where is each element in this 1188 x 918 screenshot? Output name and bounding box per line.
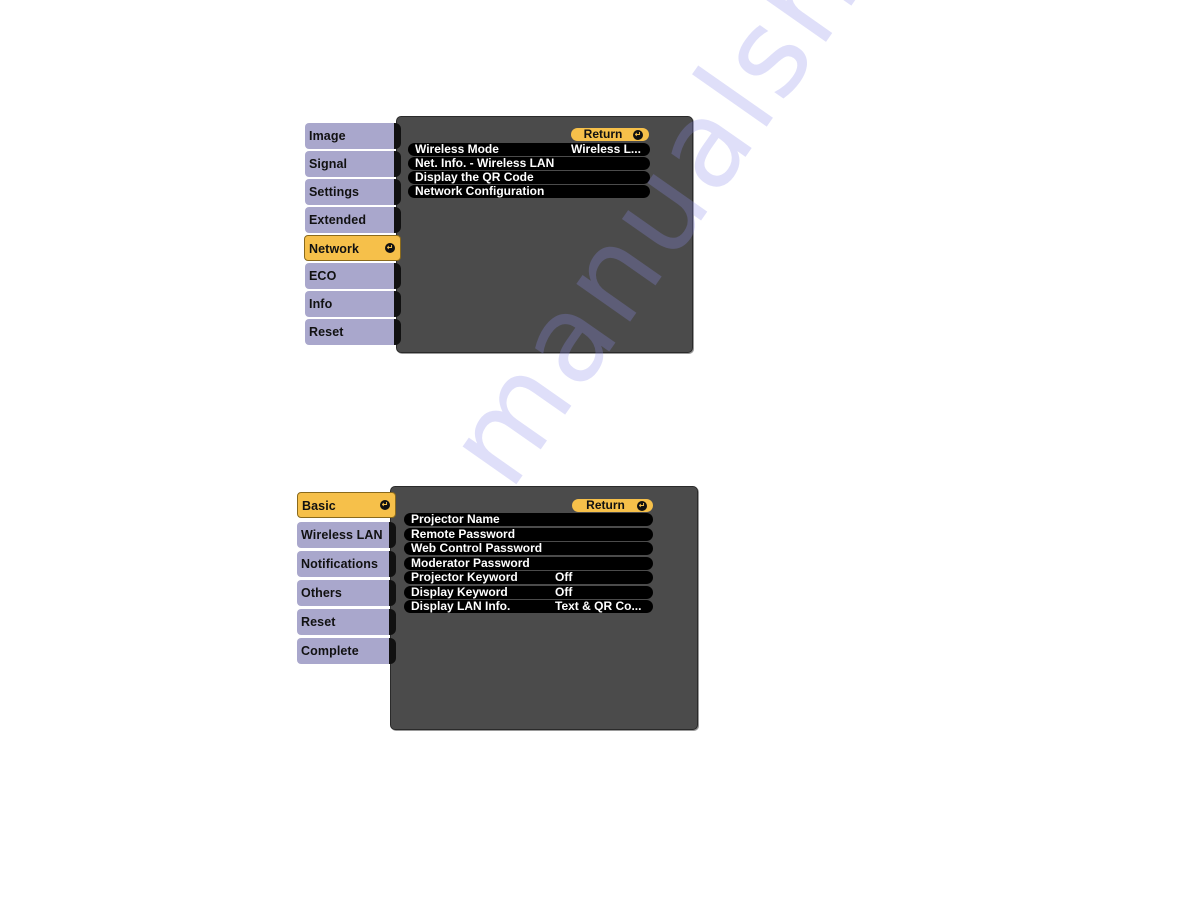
item-label: Network Configuration (415, 184, 545, 198)
tab-reset[interactable]: Reset (305, 319, 401, 345)
tab-extended[interactable]: Extended (305, 207, 401, 233)
tab-wireless-lan[interactable]: Wireless LAN (297, 522, 396, 548)
item-value: Wireless L... (571, 142, 641, 156)
return-button[interactable]: Return ↵ (572, 499, 653, 512)
tab-label: Info (309, 297, 333, 311)
tab-settings[interactable]: Settings (305, 179, 401, 205)
tab-label: Reset (301, 615, 336, 629)
item-label: Wireless Mode (415, 142, 499, 156)
menu-item-network-configuration[interactable]: Network Configuration (408, 185, 650, 198)
item-label: Projector Name (411, 512, 500, 526)
enter-icon: ↵ (380, 500, 390, 510)
menu-item-remote-password[interactable]: Remote Password (404, 528, 653, 541)
enter-icon: ↵ (637, 500, 647, 511)
tab-label: Signal (309, 157, 348, 171)
item-label: Display LAN Info. (411, 599, 511, 613)
item-label: Remote Password (411, 527, 516, 541)
tab-label: Image (309, 129, 346, 143)
tab-others[interactable]: Others (297, 580, 396, 606)
tab-label: Complete (301, 644, 359, 658)
return-label: Return (583, 127, 623, 141)
return-button[interactable]: Return ↵ (571, 128, 649, 141)
item-label: Display the QR Code (415, 170, 534, 184)
tab-label: Extended (309, 213, 367, 227)
item-value: Off (555, 570, 573, 584)
item-label: Web Control Password (411, 541, 543, 555)
item-label: Display Keyword (411, 585, 508, 599)
menu-item-net-info-wireless-lan[interactable]: Net. Info. - Wireless LAN (408, 157, 650, 170)
menu-item-moderator-password[interactable]: Moderator Password (404, 557, 653, 570)
tab-label: Network (309, 242, 360, 256)
tab-signal[interactable]: Signal (305, 151, 401, 177)
tab-eco[interactable]: ECO (305, 263, 401, 289)
enter-icon: ↵ (633, 129, 643, 140)
menu-item-projector-name[interactable]: Projector Name (404, 513, 653, 526)
tab-info[interactable]: Info (305, 291, 401, 317)
item-value: Text & QR Co... (555, 599, 642, 613)
menu-item-projector-keyword[interactable]: Projector Keyword Off (404, 571, 653, 584)
tab-label: ECO (309, 269, 337, 283)
menu-item-web-control-password[interactable]: Web Control Password (404, 542, 653, 555)
item-value: Off (555, 585, 573, 599)
menu-item-display-qr-code[interactable]: Display the QR Code (408, 171, 650, 184)
tab-complete[interactable]: Complete (297, 638, 396, 664)
tab-label: Notifications (301, 557, 378, 571)
item-label: Moderator Password (411, 556, 530, 570)
tab-label: Reset (309, 325, 344, 339)
item-label: Projector Keyword (411, 570, 518, 584)
item-label: Net. Info. - Wireless LAN (415, 156, 555, 170)
tab-notifications[interactable]: Notifications (297, 551, 396, 577)
tab-reset[interactable]: Reset (297, 609, 396, 635)
tab-basic[interactable]: Basic ↵ (297, 492, 396, 518)
menu-item-wireless-mode[interactable]: Wireless Mode Wireless L... (408, 143, 650, 156)
return-label: Return (586, 498, 625, 512)
tab-label: Basic (302, 499, 336, 513)
menu-item-display-keyword[interactable]: Display Keyword Off (404, 586, 653, 599)
tab-label: Wireless LAN (301, 528, 383, 542)
tab-network[interactable]: Network ↵ (304, 235, 401, 261)
tab-image[interactable]: Image (305, 123, 401, 149)
tab-label: Others (301, 586, 342, 600)
menu-item-display-lan-info[interactable]: Display LAN Info. Text & QR Co... (404, 600, 653, 613)
tab-label: Settings (309, 185, 360, 199)
enter-icon: ↵ (385, 243, 395, 253)
